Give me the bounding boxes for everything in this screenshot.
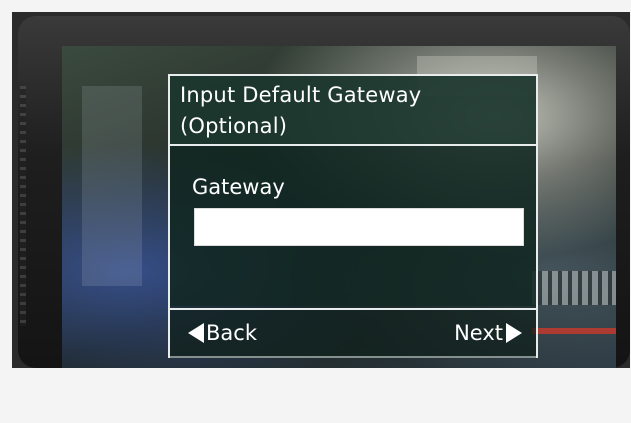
dialog-title-line1: Input Default Gateway xyxy=(180,83,422,107)
device-bezel: Input Default Gateway (Optional) Gateway… xyxy=(18,16,630,368)
background-streak xyxy=(82,86,142,286)
dialog-title-line2: (Optional) xyxy=(180,114,288,138)
dialog-body: Gateway xyxy=(170,146,536,306)
gateway-dialog: Input Default Gateway (Optional) Gateway… xyxy=(168,74,538,358)
back-button[interactable]: Back xyxy=(188,316,257,350)
next-label: Next xyxy=(454,321,503,345)
dialog-header: Input Default Gateway (Optional) xyxy=(170,76,536,146)
photo-frame: Input Default Gateway (Optional) Gateway… xyxy=(0,0,631,423)
dialog-title: Input Default Gateway (Optional) xyxy=(180,80,530,142)
next-button[interactable]: Next xyxy=(454,316,522,350)
device-photo: Input Default Gateway (Optional) Gateway… xyxy=(12,12,630,368)
gateway-label: Gateway xyxy=(192,175,285,199)
gateway-input[interactable] xyxy=(194,208,524,246)
bezel-grip xyxy=(20,86,26,326)
triangle-left-icon xyxy=(188,323,204,343)
background-cable xyxy=(532,328,616,334)
triangle-right-icon xyxy=(506,323,522,343)
dialog-footer: Back Next xyxy=(170,308,536,358)
background-switch xyxy=(532,271,616,305)
back-label: Back xyxy=(206,321,257,345)
